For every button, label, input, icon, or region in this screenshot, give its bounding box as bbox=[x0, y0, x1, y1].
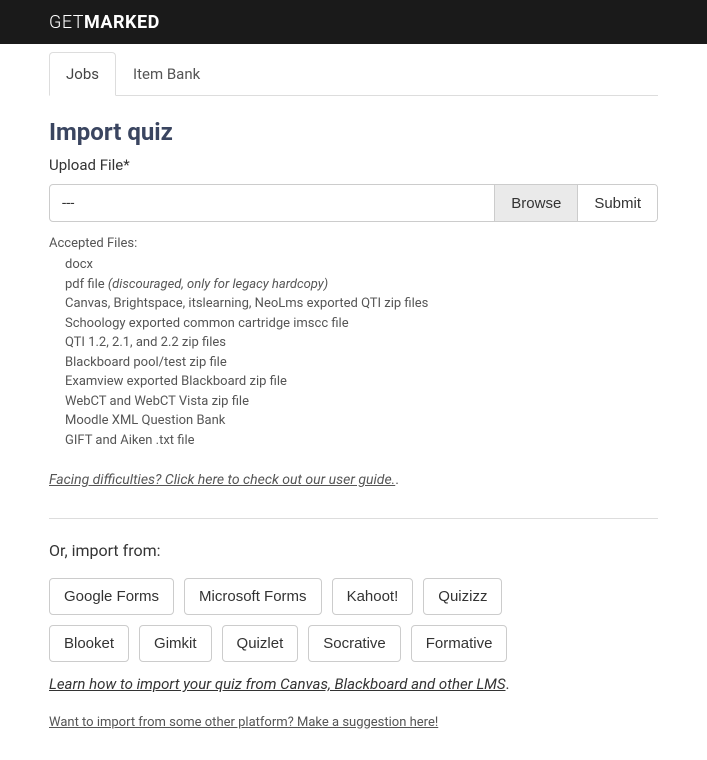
accepted-file-item: Canvas, Brightspace, itslearning, NeoLms… bbox=[65, 294, 658, 314]
accepted-file-text: Moodle XML Question Bank bbox=[65, 413, 225, 428]
logo-part2: MARKED bbox=[84, 12, 160, 33]
upload-label: Upload File* bbox=[49, 156, 658, 174]
accepted-file-item: GIFT and Aiken .txt file bbox=[65, 431, 658, 451]
accepted-file-text: Schoology exported common cartridge imsc… bbox=[65, 316, 349, 331]
accepted-file-text: pdf file bbox=[65, 277, 108, 292]
logo[interactable]: GETMARKED bbox=[49, 12, 160, 33]
accepted-file-text: Examview exported Blackboard zip file bbox=[65, 374, 287, 389]
accepted-file-text: Canvas, Brightspace, itslearning, NeoLms… bbox=[65, 296, 428, 311]
platform-button-google-forms[interactable]: Google Forms bbox=[49, 578, 174, 615]
file-field[interactable]: --- bbox=[50, 185, 494, 221]
accepted-file-text: GIFT and Aiken .txt file bbox=[65, 433, 195, 448]
platform-button-blooket[interactable]: Blooket bbox=[49, 625, 129, 662]
platform-button-gimkit[interactable]: Gimkit bbox=[139, 625, 212, 662]
accepted-file-note: (discouraged, only for legacy hardcopy) bbox=[108, 277, 328, 292]
platform-button-microsoft-forms[interactable]: Microsoft Forms bbox=[184, 578, 322, 615]
accepted-file-text: Blackboard pool/test zip file bbox=[65, 355, 227, 370]
suggest-link[interactable]: Want to import from some other platform?… bbox=[49, 715, 438, 730]
accepted-files-list: docx pdf file (discouraged, only for lega… bbox=[49, 255, 658, 450]
accepted-file-item: Blackboard pool/test zip file bbox=[65, 353, 658, 373]
header: GETMARKED bbox=[0, 0, 707, 44]
accepted-file-item: Moodle XML Question Bank bbox=[65, 411, 658, 431]
platform-row-1: Google Forms Microsoft Forms Kahoot!Quiziz… bbox=[49, 578, 658, 615]
or-import-label: Or, import from: bbox=[49, 541, 658, 560]
platform-row-2: Blooket Gimkit QuizletSocrative Formative bbox=[49, 625, 658, 662]
accepted-file-item: WebCT and WebCT Vista zip file bbox=[65, 392, 658, 412]
accepted-file-item: QTI 1.2, 2.1, and 2.2 zip files bbox=[65, 333, 658, 353]
tabs: Jobs Item Bank bbox=[49, 52, 658, 96]
help-link[interactable]: Facing difficulties? Click here to check… bbox=[49, 472, 395, 488]
platform-button-kahoot[interactable]: Kahoot! bbox=[332, 578, 414, 615]
accepted-file-text: WebCT and WebCT Vista zip file bbox=[65, 394, 249, 409]
tab-item-bank[interactable]: Item Bank bbox=[116, 52, 217, 95]
platform-button-quizlet[interactable]: Quizlet bbox=[222, 625, 299, 662]
main-content: Jobs Item Bank Import quiz Upload File* … bbox=[0, 52, 707, 760]
browse-button[interactable]: Browse bbox=[494, 185, 577, 221]
platform-button-socrative[interactable]: Socrative bbox=[308, 625, 401, 662]
divider bbox=[49, 518, 658, 519]
logo-part1: GET bbox=[49, 12, 84, 33]
lms-import-link[interactable]: Learn how to import your quiz from Canva… bbox=[49, 675, 506, 693]
help-dot: . bbox=[395, 472, 399, 488]
upload-row: --- Browse Submit bbox=[49, 184, 658, 222]
accepted-files-label: Accepted Files: bbox=[49, 236, 658, 251]
page-title: Import quiz bbox=[49, 118, 658, 146]
platform-button-formative[interactable]: Formative bbox=[411, 625, 508, 662]
accepted-file-text: docx bbox=[65, 257, 93, 272]
lms-dot: . bbox=[506, 675, 510, 693]
platform-button-quizizz[interactable]: Quizizz bbox=[423, 578, 502, 615]
submit-button[interactable]: Submit bbox=[577, 185, 657, 221]
accepted-file-item: Schoology exported common cartridge imsc… bbox=[65, 314, 658, 334]
accepted-file-text: QTI 1.2, 2.1, and 2.2 zip files bbox=[65, 335, 226, 350]
accepted-file-item: docx bbox=[65, 255, 658, 275]
accepted-file-item: Examview exported Blackboard zip file bbox=[65, 372, 658, 392]
tab-jobs[interactable]: Jobs bbox=[49, 52, 116, 96]
accepted-file-item: pdf file (discouraged, only for legacy h… bbox=[65, 275, 658, 295]
